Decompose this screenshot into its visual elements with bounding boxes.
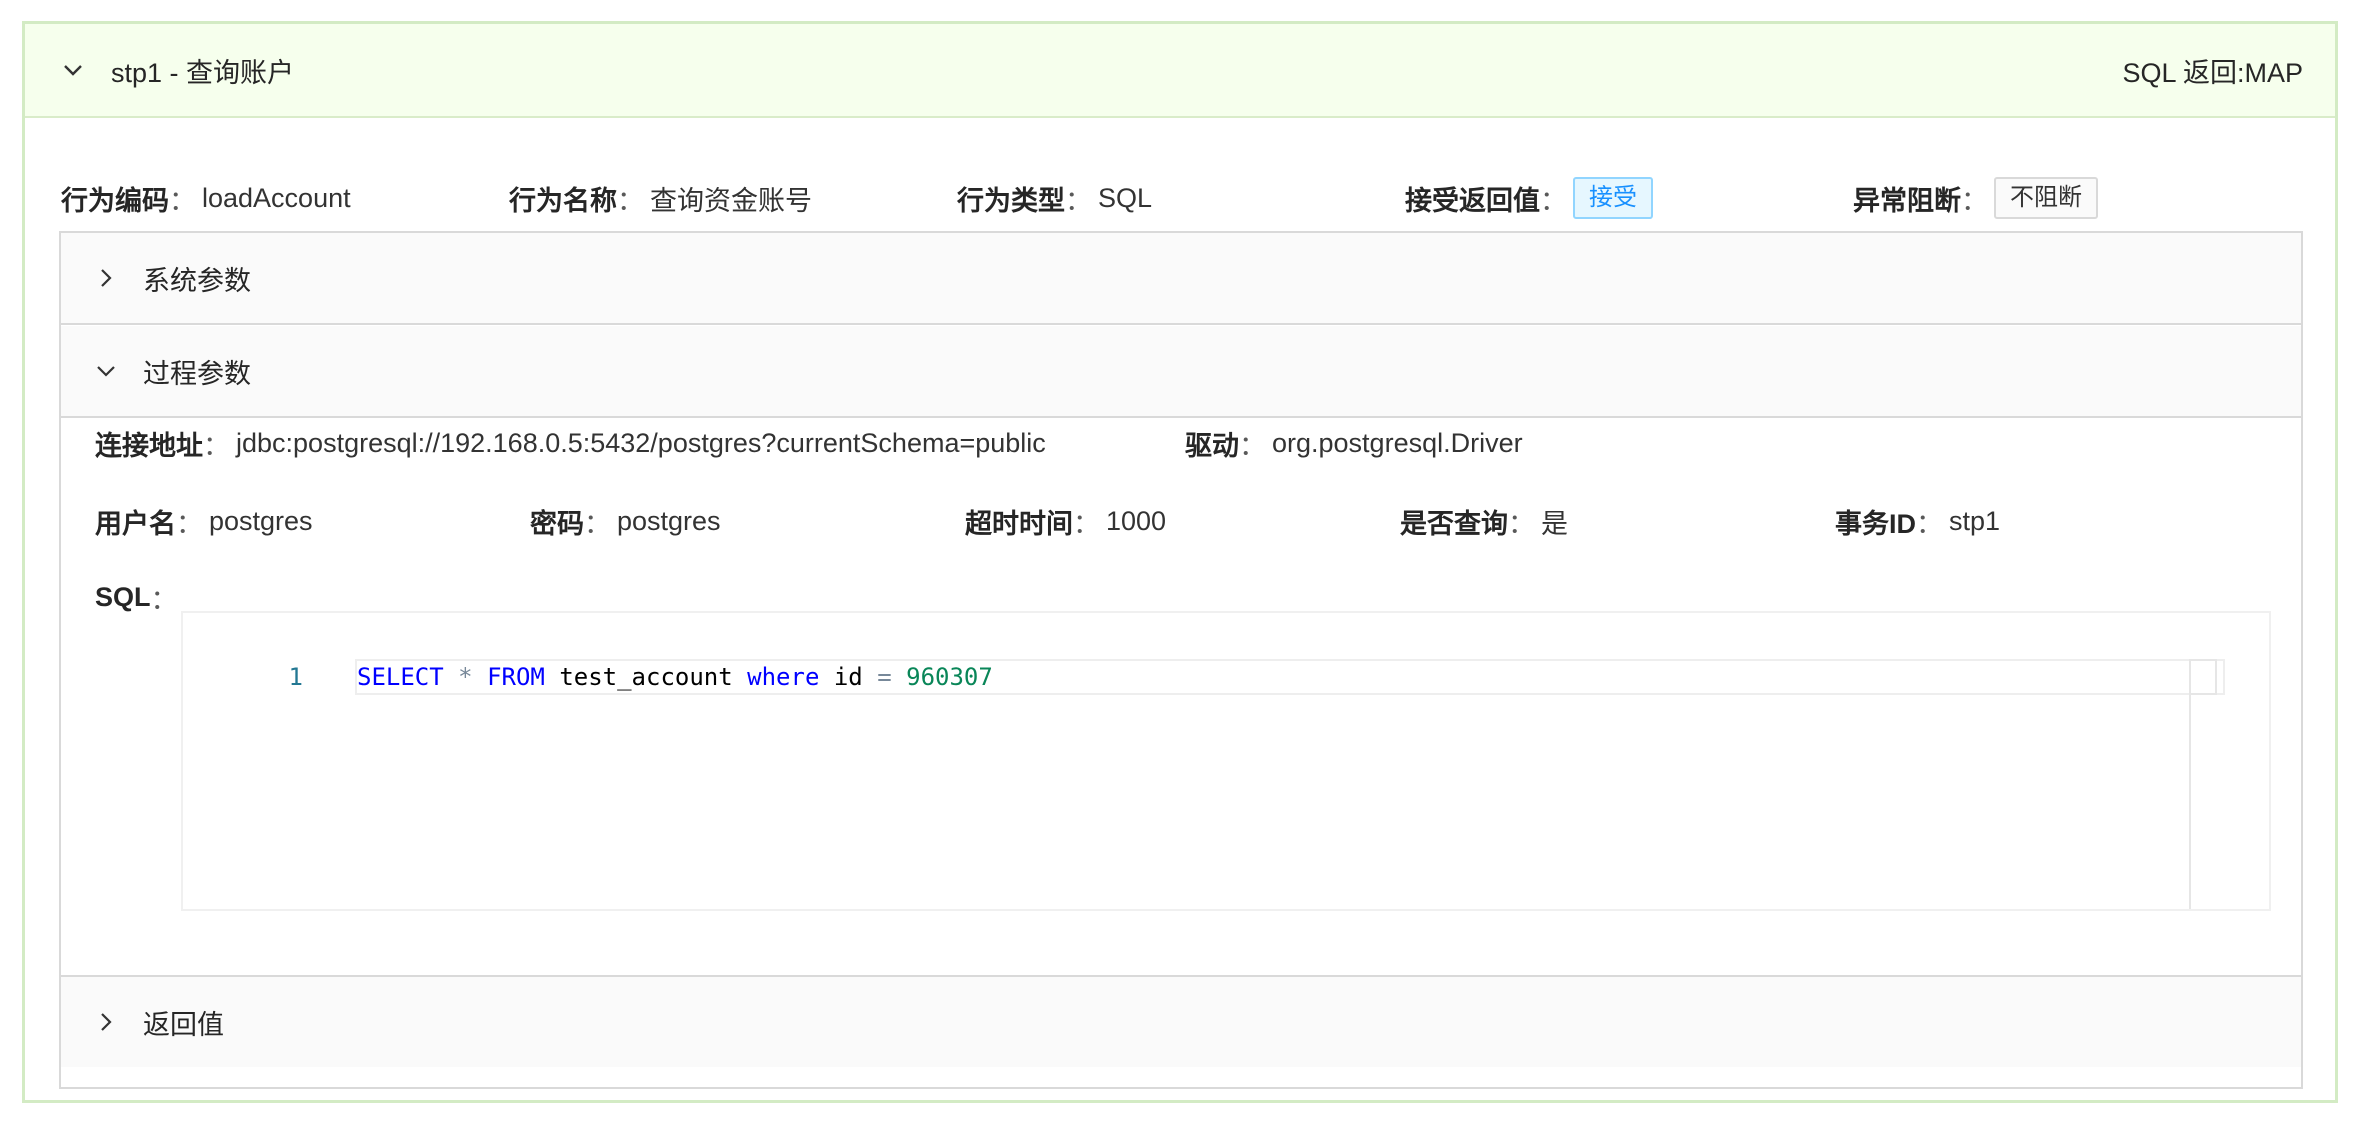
- no-block-tag: 不阻断: [1994, 177, 2098, 219]
- panel-process-params-title: 过程参数: [143, 358, 251, 389]
- sql-return-type: SQL 返回:MAP: [2122, 57, 2303, 88]
- is-query: 是否查询：是: [1400, 497, 1568, 545]
- timeout-value: 1000: [1106, 505, 1167, 536]
- username: 用户名： postgres: [95, 497, 313, 545]
- line-number: 1: [288, 663, 303, 691]
- connection-url-value: jdbc:postgresql://192.168.0.5:5432/postg…: [236, 427, 1046, 458]
- panel-system-params-title: 系统参数: [143, 265, 251, 296]
- code-line[interactable]: 1 SELECT * FROM test_account where id = …: [183, 659, 2253, 695]
- step-card-header[interactable]: stp1 - 查询账户 SQL 返回:MAP: [25, 24, 2335, 118]
- username-label: 用户名: [95, 508, 176, 539]
- behavior-code: 行为编码： loadAccount: [61, 174, 351, 222]
- editor-minimap[interactable]: [2189, 659, 2217, 695]
- password-value: postgres: [617, 505, 721, 536]
- token-column: id: [833, 663, 863, 691]
- timeout: 超时时间： 1000: [965, 497, 1166, 545]
- exception-block-label: 异常阻断: [1853, 185, 1961, 216]
- credentials-row: 用户名： postgres 密码： postgres 超时时间： 1000 是否查询：…: [95, 497, 2267, 545]
- behavior-code-label: 行为编码: [61, 185, 169, 216]
- process-params-content: 连接地址： jdbc:postgresql://192.168.0.5:5432/…: [61, 419, 2301, 973]
- driver: 驱动： org.postgresql.Driver: [1185, 419, 1523, 467]
- transaction-id-label: 事务ID: [1835, 508, 1916, 539]
- behavior-name-value: 查询资金账号: [650, 185, 812, 216]
- driver-label: 驱动: [1185, 430, 1239, 461]
- token-table: test_account: [559, 663, 733, 691]
- panel-return-value-title: 返回值: [143, 1009, 224, 1040]
- password-label: 密码: [530, 508, 584, 539]
- sql-editor[interactable]: 1 SELECT * FROM test_account where id = …: [181, 611, 2271, 911]
- is-query-value: 是: [1541, 508, 1568, 539]
- chevron-right-icon[interactable]: [91, 263, 121, 293]
- token-equals: =: [877, 663, 892, 691]
- accept-tag: 接受: [1573, 177, 1653, 219]
- transaction-id-value: stp1: [1949, 505, 2001, 536]
- driver-value: org.postgresql.Driver: [1272, 427, 1523, 458]
- timeout-label: 超时时间: [965, 508, 1073, 539]
- panel-process-params[interactable]: 过程参数: [61, 326, 2301, 418]
- accept-return-label: 接受返回值: [1405, 185, 1540, 216]
- token-where: where: [747, 663, 820, 691]
- behavior-type-value: SQL: [1098, 182, 1153, 213]
- connection-url-label: 连接地址: [95, 430, 203, 461]
- connection-url: 连接地址： jdbc:postgresql://192.168.0.5:5432/…: [95, 419, 1046, 467]
- editor-scrollbar[interactable]: [2189, 659, 2191, 909]
- password: 密码： postgres: [530, 497, 721, 545]
- is-query-label: 是否查询: [1400, 508, 1508, 539]
- token-select: SELECT: [357, 663, 444, 691]
- chevron-down-icon[interactable]: [55, 52, 91, 88]
- sql-label: SQL：: [95, 581, 178, 615]
- behavior-code-value: loadAccount: [202, 182, 351, 213]
- chevron-down-icon[interactable]: [91, 356, 121, 386]
- connection-row: 连接地址： jdbc:postgresql://192.168.0.5:5432/…: [95, 419, 2267, 467]
- token-from: FROM: [487, 663, 545, 691]
- step-card: stp1 - 查询账户 SQL 返回:MAP 行为编码： loadAccount …: [22, 21, 2338, 1103]
- behavior-name: 行为名称：查询资金账号: [509, 174, 812, 222]
- behavior-info-row: 行为编码： loadAccount 行为名称：查询资金账号 行为类型： SQL 接受…: [61, 174, 2299, 222]
- behavior-type-label: 行为类型: [957, 185, 1065, 216]
- params-collapse: 系统参数 过程参数 连接地址： jdbc:postgresql://192.168…: [59, 231, 2303, 1089]
- chevron-right-icon[interactable]: [91, 1007, 121, 1037]
- panel-system-params[interactable]: 系统参数: [61, 233, 2301, 325]
- username-value: postgres: [209, 505, 313, 536]
- behavior-type: 行为类型： SQL: [957, 174, 1152, 222]
- behavior-name-label: 行为名称: [509, 185, 617, 216]
- token-number: 960307: [906, 663, 993, 691]
- transaction-id: 事务ID： stp1: [1835, 497, 2000, 545]
- exception-block: 异常阻断：不阻断: [1853, 174, 2098, 222]
- accept-return: 接受返回值：接受: [1405, 174, 1653, 222]
- token-star: *: [458, 663, 473, 691]
- step-title: stp1 - 查询账户: [111, 57, 295, 88]
- code-text[interactable]: SELECT * FROM test_account where id = 96…: [355, 659, 2225, 695]
- panel-return-value[interactable]: 返回值: [61, 975, 2301, 1067]
